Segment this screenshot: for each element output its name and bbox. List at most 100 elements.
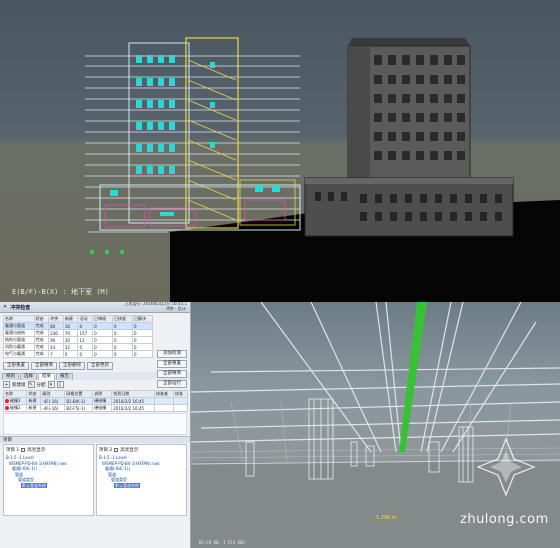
panel-close-icon[interactable]: ✕ [3,304,7,310]
summary-header-cell[interactable]: 活动 [77,315,94,323]
clash-level-cell: -4F(-16) [40,397,66,405]
item-tree-right[interactable]: 项目 2 高亮显示 B-1.5 -1.Level WSMEP-PD-B4-1(HX… [96,444,187,516]
result-empty-area [3,413,187,435]
clash-test-cell: 0 [132,350,153,358]
highlight-checkbox-left[interactable] [21,448,26,452]
summary-header-cell[interactable]: 已解决 [132,315,153,323]
clash-test-cell: 0 [132,336,153,344]
reset-all-side-button[interactable]: 全部重置 [157,360,187,368]
tree-node-label: 暖通(-B4(-1)) [105,466,130,472]
clash-test-cell: 0 [77,322,94,330]
result-header-cell[interactable]: 核准者 [154,390,174,398]
summary-header-cell[interactable]: 已审阅 [92,315,114,323]
clash-result-row[interactable]: 碰撞1 新建 -4F(-16) B1-B4(-1) 硬碰撞 2016/2/2 16:45 [2,397,188,405]
delete-all-button[interactable]: 全部删除 [59,362,85,370]
overhead-pipes [191,302,560,453]
tab-select[interactable]: 选择 [20,373,37,380]
solid-tower [304,38,514,237]
result-header-cell[interactable]: 说明 [92,390,113,398]
highlight-label-right: 高亮显示 [120,448,139,453]
clash-test-cell: 0 [92,350,114,358]
building-3d-viewport[interactable]: E(B/F)-B(X) : 地下室 (M) [0,0,560,302]
tree-right-header: 项目 2 高亮显示 [99,447,184,453]
clash-test-cell: 电气与暖通 [3,350,35,358]
highlight-checkbox-right[interactable] [114,448,119,452]
clash-test-row[interactable]: 结构与管道 完成 90 30 11 0 0 0 [3,336,153,344]
item-tree-left[interactable]: 项目 1 高亮显示 B-1.5 -1.Level WSMEP-PD-B4-1(HX… [3,444,94,516]
panel-meta: 上次运行: 2016年2月2日 16:45:1 冲突 - 总计: [124,302,187,311]
summary-header-cell[interactable]: 新建 [62,315,79,323]
clash-note-cell: 硬碰撞 [92,404,113,412]
tree-node-label: 默认管道系统 [21,482,47,488]
clash-status-cell: 新建 [26,397,42,405]
result-header-cell[interactable]: 名称 [2,390,28,398]
clash-level-cell: -4F(-16) [40,404,66,412]
item-trees: 项目 1 高亮显示 B-1.5 -1.Level WSMEP-PD-B4-1(HX… [0,443,190,517]
clash-result-row[interactable]: 碰撞2 新建 -4F(-16) B2-F5(-1) 硬碰撞 2016/2/2 16:45 [2,404,188,412]
export-icon[interactable]: ⇩ [56,381,64,388]
add-test-button[interactable]: 添加检测 [157,350,187,358]
compact-all-button[interactable]: 全部精简 [31,362,57,370]
summary-header-cell[interactable]: 冲突 [48,315,64,323]
clash-test-cell: 消防与暖通 [3,343,35,351]
new-group-icon[interactable]: + [3,381,10,388]
clash-empty-cell [154,404,174,412]
clash-test-cell: 0 [92,343,114,351]
clash-total-text: 冲突 - 总计: [165,306,187,311]
clash-test-cell: 16 [62,322,79,330]
clash-status-cell: 新建 [26,404,42,412]
result-header-cell[interactable]: 状态 [26,390,42,398]
clash-test-row[interactable]: 暖通与管道 完成 84 16 0 0 0 0 [3,322,153,330]
clash-test-cell: 暖通与管道 [3,322,35,330]
tree-node-label: WSMEP-PD-B4-1(HXFAN).nwc [102,460,161,466]
result-header-cell[interactable]: 核准 [173,390,188,398]
tab-report[interactable]: 报告 [56,373,73,380]
summary-header-cell[interactable]: 状态 [33,315,50,323]
compact-all-side-button[interactable]: 全部精简 [157,370,187,378]
clash-test-table[interactable]: 名称 状态 冲突 新建 活动 已审阅 已核准 已解决 暖通与管道 完成 84 16 0 0 0 0 暖通与结构… [3,315,153,358]
clash-test-cell: 0 [112,350,133,358]
panel-titlebar: ✕ 冲突检查 上次运行: 2016年2月2日 16:45:1 冲突 - 总计: [0,302,190,313]
reset-all-button[interactable]: 全部重置 [3,362,29,370]
clash-test-cell: 157 [77,329,94,337]
clash-test-row[interactable]: 电气与暖通 完成 7 0 0 0 0 0 [3,350,153,358]
clash-test-cell: 完成 [33,350,50,358]
clash-name-text: 碰撞2 [10,405,21,411]
clash-test-cell: 0 [132,329,153,337]
clash-result-table[interactable]: 名称 状态 级别 网格位置 说明 找到日期 核准者 核准 碰撞1 新建 -4F(-16) B1-B4… [2,390,188,412]
run-all-button[interactable]: 全部运行 [157,380,187,388]
tree-node-label: B-1.5 -1.Level [6,455,34,460]
clash-test-cell: 完成 [33,322,50,330]
clash-name-cell: 碰撞2 [2,404,28,412]
result-header-cell[interactable]: 网格位置 [64,390,94,398]
clash-test-cell: 0 [112,336,133,344]
side-button-group: 添加检测 全部重置 全部精简 全部运行 [157,350,187,388]
clash-test-cell: 0 [62,350,79,358]
highlight-label-left: 高亮显示 [27,448,46,453]
tab-results[interactable]: 结果 [38,373,55,380]
tree-node[interactable]: 默认管道系统 [99,482,184,489]
assign-icon[interactable]: ✎ [27,381,35,388]
clash-test-row[interactable]: 暖通与结构 完成 236 79 157 0 0 0 [3,329,153,337]
panel-title: 冲突检查 [10,304,31,311]
assign-label: 分配 [36,382,46,388]
filter-icon[interactable]: ▾ [47,381,55,388]
summary-header-cell[interactable]: 已核准 [112,315,133,323]
clash-test-cell: 0 [92,329,114,337]
update-all-button[interactable]: 全部更新 [87,362,113,370]
tree-node[interactable]: 默认管道系统 [6,482,91,489]
clash-grid-cell: B1-B4(-1) [64,397,94,405]
clash-test-cell: 0 [77,350,94,358]
clash-test-cell: 0 [112,343,133,351]
summary-header-cell[interactable]: 名称 [3,315,35,323]
green-pipe [399,302,427,452]
clash-test-cell: 7 [48,350,64,358]
tab-rules[interactable]: 规则 [2,373,19,380]
result-header-cell[interactable]: 级别 [40,390,66,398]
clash-test-cell: 0 [92,336,114,344]
clash-test-row[interactable]: 消防与暖通 完成 43 32 0 0 0 0 [3,343,153,351]
tree-right-label: 项目 2 [99,448,113,453]
clash-date-cell: 2016/2/2 16:45 [111,404,156,412]
result-header-cell[interactable]: 找到日期 [111,390,156,398]
clash-detective-panel: ✕ 冲突检查 上次运行: 2016年2月2日 16:45:1 冲突 - 总计: … [0,302,191,548]
